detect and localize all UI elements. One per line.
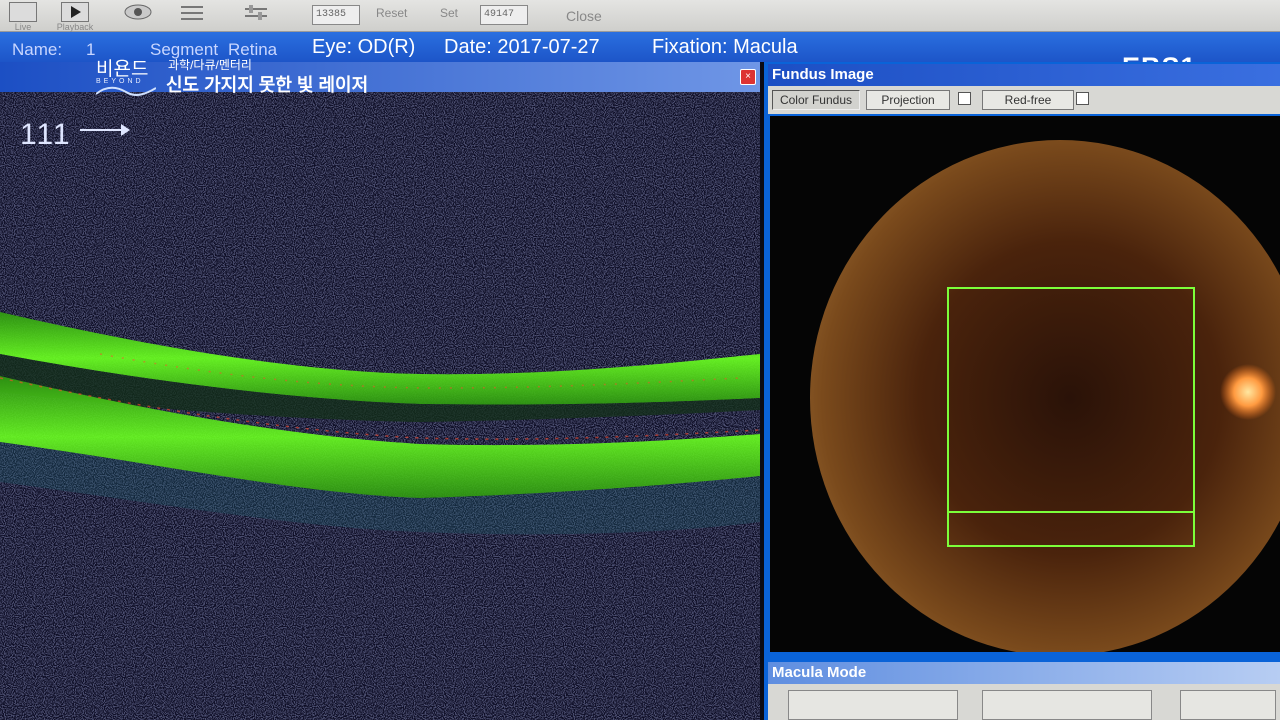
set-button[interactable]: Set (440, 6, 458, 20)
live-button[interactable]: Live (0, 0, 46, 32)
oct-bscan-image (0, 92, 760, 720)
fundus-title: Fundus Image (768, 64, 1280, 86)
fundus-image-view[interactable] (770, 116, 1280, 652)
oct-close-button[interactable]: × (740, 69, 756, 85)
live-label: Live (14, 22, 32, 32)
set-value-field[interactable]: 49147 (480, 5, 528, 25)
close-icon: × (745, 71, 751, 82)
eye-icon (123, 2, 152, 22)
color-fundus-button[interactable]: Color Fundus (772, 90, 860, 110)
live-icon (9, 2, 37, 22)
macula-control-2[interactable] (982, 690, 1152, 720)
projection-checkbox[interactable] (958, 92, 971, 105)
oct-scan-view[interactable] (0, 92, 760, 720)
playback-label: Playback (56, 22, 94, 32)
frame-field[interactable]: 13385 (312, 5, 360, 25)
adjust-button[interactable] (232, 0, 278, 32)
playback-button[interactable]: Playback (52, 0, 98, 32)
wave-logo-icon (96, 86, 156, 96)
macula-control-1[interactable] (788, 690, 958, 720)
scan-number-label: 111 (20, 118, 72, 151)
date-value: Date: 2017-07-27 (444, 36, 600, 58)
name-label: Name: (12, 40, 63, 59)
settings-button[interactable] (168, 0, 214, 32)
eye-value: Eye: OD(R) (312, 36, 416, 58)
top-toolbar: Live Playback 13385 Reset Set 49147 Clos… (0, 0, 1280, 32)
red-free-button[interactable]: Red-free (982, 90, 1074, 110)
macula-mode-title: Macula Mode (768, 662, 1280, 684)
macula-mode-panel (768, 684, 1280, 720)
program-brand: 비욘드 (96, 59, 149, 80)
macula-control-3[interactable] (1180, 690, 1276, 720)
fixation-value: Fixation: Macula (652, 36, 798, 58)
fundus-photo (770, 116, 1280, 652)
projection-button[interactable]: Projection (866, 90, 950, 110)
episode-caption: 신도 가지지 못한 빛 레이저 (166, 75, 369, 95)
red-free-checkbox[interactable] (1076, 92, 1089, 105)
close-button[interactable]: Close (566, 8, 602, 24)
name-value: 1 (86, 40, 96, 59)
fundus-toolbar: Color Fundus Projection Red-free (768, 86, 1280, 114)
settings-icon (177, 2, 205, 22)
arrow-right-icon (80, 124, 130, 136)
sliders-icon (241, 2, 269, 22)
playback-icon (61, 2, 89, 22)
reset-button[interactable]: Reset (376, 6, 407, 20)
eye-view-button[interactable] (114, 0, 160, 32)
close-label: Close (566, 8, 602, 24)
